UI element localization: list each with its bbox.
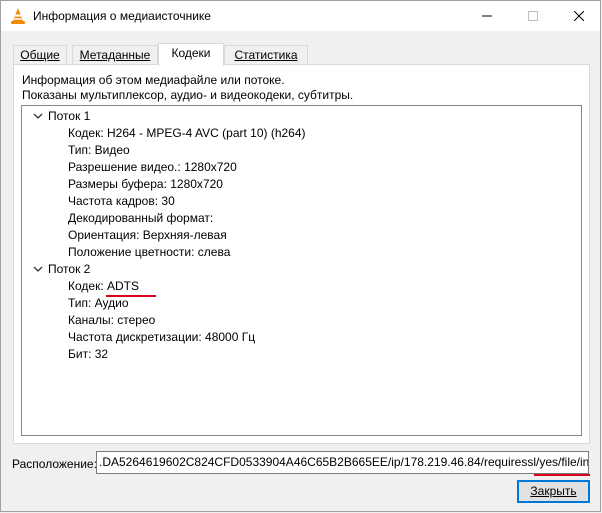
codecs-description: Информация об этом медиафайле или потоке… xyxy=(22,73,353,103)
tree-stream-1[interactable]: Поток 1 xyxy=(48,108,90,125)
tree-item[interactable]: Декодированный формат: xyxy=(68,210,213,227)
tree-stream-2[interactable]: Поток 2 xyxy=(48,261,90,278)
tab-general[interactable]: Общие xyxy=(13,45,67,64)
description-line-2: Показаны мультиплексор, аудио- и видеоко… xyxy=(22,88,354,102)
vlc-cone-icon xyxy=(11,8,25,24)
chevron-down-icon[interactable] xyxy=(32,261,44,278)
tree-item[interactable]: Тип: Видео xyxy=(68,142,130,159)
codec-tree[interactable]: Поток 1 Кодек: H264 - MPEG-4 AVC (part 1… xyxy=(21,105,582,436)
minimize-icon xyxy=(482,15,492,17)
media-info-window: Информация о медиаисточнике Общие Метада… xyxy=(0,0,601,512)
tree-item[interactable]: Каналы: стерео xyxy=(68,312,155,329)
minimize-button[interactable] xyxy=(464,1,510,31)
title-bar[interactable]: Информация о медиаисточнике xyxy=(1,1,600,31)
tab-metadata[interactable]: Метаданные xyxy=(72,45,158,64)
tree-item[interactable]: Ориентация: Верхняя-левая xyxy=(68,227,227,244)
chevron-down-icon[interactable] xyxy=(32,108,44,125)
location-field[interactable]: .DA5264619602C824CFD0533904A46C65B2B665E… xyxy=(96,451,589,474)
red-underline-annotation xyxy=(534,474,590,476)
tree-item[interactable]: Разрешение видео.: 1280x720 xyxy=(68,159,237,176)
close-button[interactable]: Закрыть xyxy=(517,480,590,503)
tree-item[interactable]: Кодек: H264 - MPEG-4 AVC (part 10) (h264… xyxy=(68,125,306,142)
close-icon xyxy=(574,11,584,21)
tree-item[interactable]: Бит: 32 xyxy=(68,346,108,363)
location-label: Расположение: xyxy=(12,457,97,471)
tab-codecs[interactable]: Кодеки xyxy=(158,43,224,66)
window-title: Информация о медиаисточнике xyxy=(33,9,211,23)
tree-item[interactable]: Частота кадров: 30 xyxy=(68,193,175,210)
maximize-icon xyxy=(528,11,538,21)
tree-item-codec-adts[interactable]: Кодек: ADTS xyxy=(68,278,139,295)
tab-statistics[interactable]: Статистика xyxy=(224,45,308,64)
tree-item[interactable]: Частота дискретизации: 48000 Гц xyxy=(68,329,255,346)
tree-item[interactable]: Положение цветности: слева xyxy=(68,244,230,261)
maximize-button[interactable] xyxy=(510,1,556,31)
tree-item[interactable]: Размеры буфера: 1280x720 xyxy=(68,176,223,193)
description-line-1: Информация об этом медиафайле или потоке… xyxy=(22,73,285,87)
close-window-button[interactable] xyxy=(556,1,602,31)
tree-item[interactable]: Тип: Аудио xyxy=(68,295,129,312)
codecs-panel: Информация об этом медиафайле или потоке… xyxy=(13,64,590,444)
